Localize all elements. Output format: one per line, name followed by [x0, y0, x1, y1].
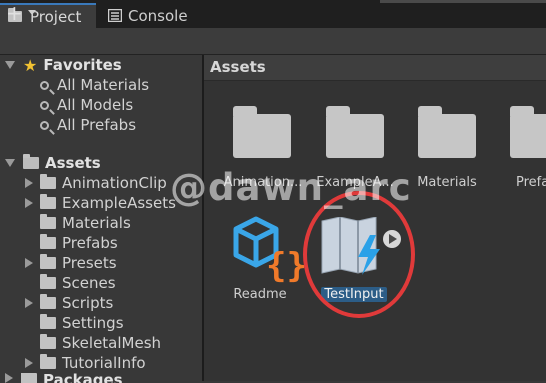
tree-item-label: All Models [57, 96, 134, 114]
asset-folder-exampleassets[interactable] [326, 106, 384, 158]
tree-item-label: Favorites [43, 56, 122, 74]
tree-item-label: Scenes [62, 274, 116, 292]
expand-arrow-icon[interactable] [25, 358, 33, 368]
readme-icon: {} [233, 216, 307, 286]
tree-item-label: Packages [43, 373, 123, 383]
tree-item-prefabs[interactable]: Prefabs [0, 233, 202, 253]
folder-icon [40, 194, 56, 209]
folder-icon [40, 354, 56, 369]
folder-icon [40, 314, 56, 329]
tree-item-label: Materials [62, 214, 131, 232]
svg-text:{}: {} [266, 246, 306, 283]
asset-label: Prefa [516, 175, 546, 190]
tree-item-scenes[interactable]: Scenes [0, 273, 202, 293]
tree-item-scripts[interactable]: Scripts [0, 293, 202, 313]
tree-item-label: SkeletalMesh [62, 334, 162, 352]
tree-item-presets[interactable]: Presets [0, 253, 202, 273]
tree-item-favorites[interactable]: ★ Favorites [0, 55, 202, 75]
breadcrumb[interactable]: Assets [210, 58, 266, 76]
tree-item-tutorialinfo[interactable]: TutorialInfo [0, 353, 202, 373]
tab-bar-divider [380, 0, 546, 3]
highlight-circle [303, 191, 415, 318]
search-icon [40, 80, 49, 90]
chevron-down-icon[interactable] [28, 10, 36, 15]
folder-icon [40, 274, 56, 289]
tree-item-label: Presets [62, 254, 117, 272]
asset-label: Materials [417, 175, 477, 190]
asset-readme[interactable]: {} [230, 211, 307, 286]
tab-label: Project [30, 7, 82, 26]
tree-item-label: Assets [45, 154, 101, 172]
tree-item-materials[interactable]: Materials [0, 213, 202, 233]
tree-item-label: Prefabs [62, 234, 118, 252]
tree-item-label: AnimationClip [62, 174, 167, 192]
search-icon [40, 100, 49, 110]
add-button[interactable]: + [6, 2, 23, 24]
folder-icon [40, 214, 56, 229]
asset-folder-animation[interactable] [233, 106, 291, 158]
folder-icon [40, 174, 56, 189]
project-toolbar [0, 28, 546, 55]
tree-item-label: TutorialInfo [62, 354, 146, 372]
expand-arrow-icon[interactable] [25, 298, 33, 308]
tab-label: Console [128, 6, 188, 25]
expand-arrow-icon[interactable] [25, 198, 33, 208]
tree-item-all-prefabs[interactable]: All Prefabs [0, 115, 202, 135]
asset-label: Readme [233, 287, 287, 302]
tree-item-skeletalmesh[interactable]: SkeletalMesh [0, 333, 202, 353]
console-icon [108, 9, 122, 22]
tree-item-label: Scripts [62, 294, 114, 312]
folder-icon [40, 294, 56, 309]
star-icon: ★ [23, 55, 38, 75]
folder-open-icon [23, 154, 39, 169]
expand-arrow-icon[interactable] [5, 159, 15, 167]
expand-arrow-icon[interactable] [25, 258, 33, 268]
watermark: @dawn_arc [170, 166, 412, 209]
expand-arrow-icon[interactable] [5, 373, 13, 383]
asset-folder-materials[interactable] [418, 106, 476, 158]
expand-arrow-icon[interactable] [25, 178, 33, 188]
search-icon [40, 120, 49, 130]
tree-item-all-models[interactable]: All Models [0, 95, 202, 115]
tree-item-packages[interactable]: Packages [0, 373, 202, 383]
folder-icon [40, 234, 56, 249]
tree-item-label: All Prefabs [57, 116, 137, 134]
tree-item-label: All Materials [57, 76, 150, 94]
project-tree: ★ Favorites All Materials All Models All… [0, 55, 202, 383]
folder-icon [21, 373, 37, 383]
tree-item-all-materials[interactable]: All Materials [0, 75, 202, 95]
expand-arrow-icon[interactable] [5, 61, 15, 69]
tree-item-settings[interactable]: Settings [0, 313, 202, 333]
tree-item-label: Settings [62, 314, 124, 332]
tree-item-label: ExampleAssets [62, 194, 176, 212]
tab-console[interactable]: Console [100, 3, 200, 28]
folder-icon [40, 254, 56, 269]
folder-icon [40, 334, 56, 349]
asset-folder-prefabs[interactable] [510, 106, 546, 158]
